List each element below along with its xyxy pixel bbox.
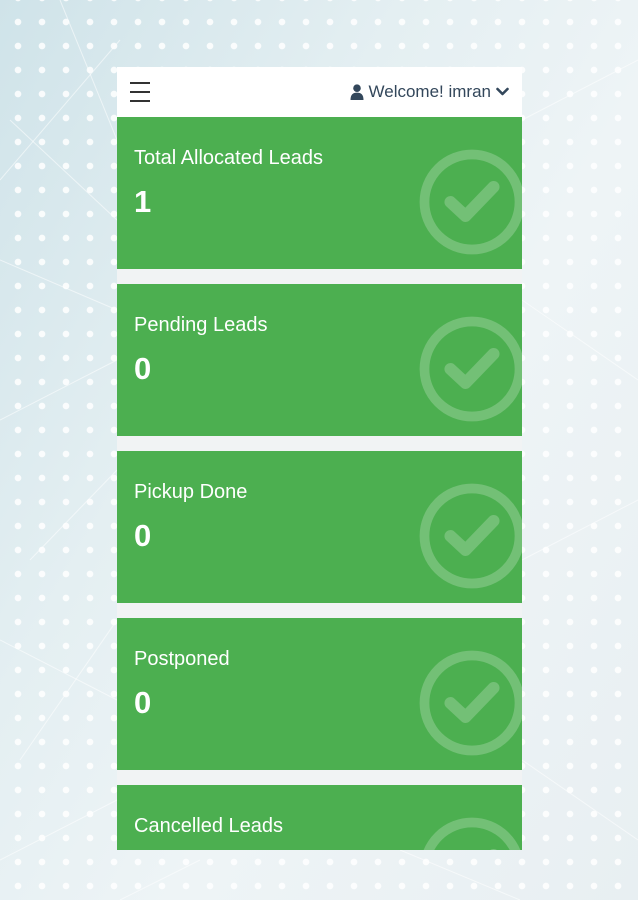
card-cancelled-leads[interactable]: Cancelled Leads	[117, 785, 522, 850]
welcome-text: Welcome! imran	[368, 82, 492, 101]
chevron-down-icon	[496, 87, 509, 96]
card-pickup-done[interactable]: Pickup Done 0	[117, 451, 522, 603]
check-circle-icon	[423, 817, 521, 850]
card-total-allocated-leads[interactable]: Total Allocated Leads 1	[117, 117, 522, 269]
check-circle-icon	[419, 149, 522, 255]
user-menu-dropdown[interactable]: Welcome! imran	[350, 82, 510, 102]
app-window: Welcome! imran Total Allocated Leads 1 P…	[117, 67, 522, 850]
card-postponed[interactable]: Postponed 0	[117, 618, 522, 770]
dashboard-cards: Total Allocated Leads 1 Pending Leads 0 …	[117, 117, 522, 850]
check-circle-icon	[419, 650, 522, 756]
check-circle-icon	[419, 483, 522, 589]
user-icon	[350, 84, 363, 100]
top-navbar: Welcome! imran	[117, 67, 522, 117]
check-circle-icon	[419, 316, 522, 422]
hamburger-menu-icon[interactable]	[130, 82, 152, 102]
card-pending-leads[interactable]: Pending Leads 0	[117, 284, 522, 436]
